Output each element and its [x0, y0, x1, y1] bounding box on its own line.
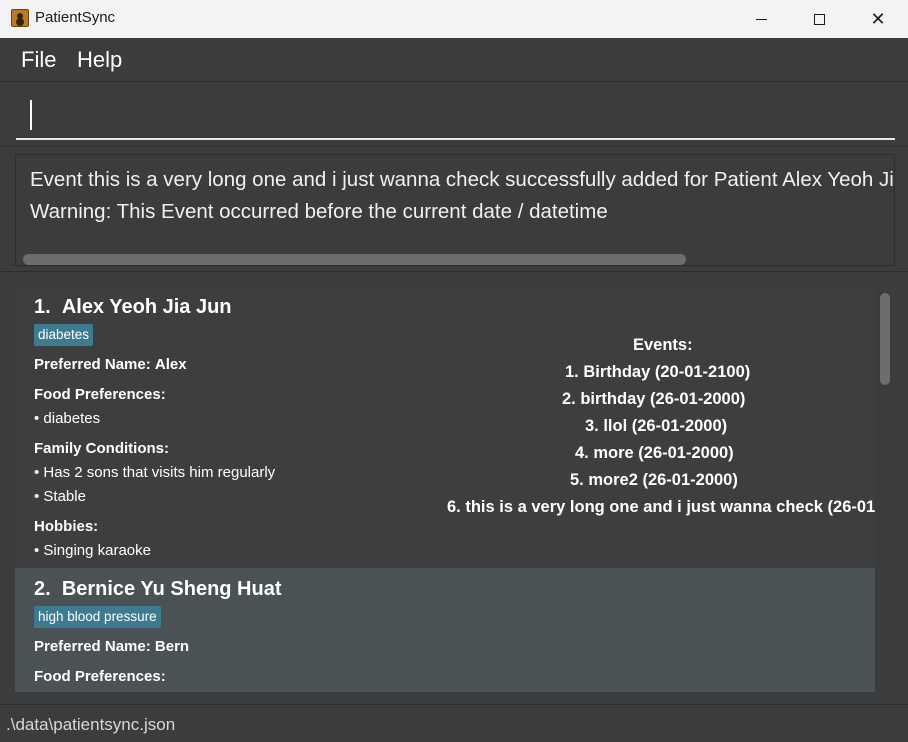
result-display-area: Event this is a very long one and i just… — [0, 148, 908, 272]
preferred-name-value: Alex — [154, 356, 187, 373]
text-caret — [30, 100, 32, 130]
minimize-button[interactable] — [732, 0, 790, 38]
patient-name-text: Alex Yeoh Jia Jun — [61, 296, 232, 318]
close-icon: ✕ — [870, 8, 886, 30]
hobbies-label: Hobbies: — [34, 518, 99, 535]
result-message: Event this is a very long one and i just… — [30, 168, 895, 191]
event-item: 6. this is a very long one and i just wa… — [447, 498, 894, 516]
family-conditions-label: Family Conditions: — [34, 440, 169, 457]
family-condition-item: • Has 2 sons that visits him regularly — [34, 464, 276, 481]
event-item: 5. more2 (26-01-2000) — [570, 471, 738, 489]
patient-name: 1. Alex Yeoh Jia Jun — [34, 296, 232, 319]
food-preferences-label: Food Preferences: — [34, 386, 166, 403]
patient-list[interactable]: 1. Alex Yeoh Jia Jun diabetes Preferred … — [14, 286, 894, 692]
patient-index: 2. — [34, 578, 51, 600]
status-bar: .\data\patientsync.json — [0, 704, 908, 742]
event-item: 2. birthday (26-01-2000) — [562, 390, 746, 408]
event-item: 1. Birthday (20-01-2100) — [565, 363, 751, 381]
maximize-icon — [813, 13, 825, 25]
horizontal-scrollbar[interactable] — [23, 254, 686, 265]
condition-tag: high blood pressure — [34, 606, 161, 628]
maximize-button[interactable] — [790, 0, 848, 38]
food-preference-item: • diabetes — [34, 410, 101, 427]
family-condition-item: • Stable — [34, 488, 86, 505]
result-warning: Warning: This Event occurred before the … — [30, 200, 608, 223]
preferred-name-label: Preferred Name: — [34, 638, 151, 655]
preferred-name: Preferred Name: Alex — [34, 356, 187, 373]
events-label: Events: — [633, 336, 693, 354]
patient-card[interactable]: 1. Alex Yeoh Jia Jun diabetes Preferred … — [15, 286, 894, 568]
preferred-name-value: Bern — [154, 638, 190, 655]
food-preferences-label: Food Preferences: — [34, 668, 166, 685]
command-box-area — [0, 83, 908, 147]
menu-file[interactable]: File — [21, 47, 56, 73]
preferred-name: Preferred Name: Bern — [34, 638, 189, 655]
result-display[interactable]: Event this is a very long one and i just… — [15, 154, 895, 266]
hobby-item: • Singing karaoke — [34, 542, 151, 559]
data-file-path: .\data\patientsync.json — [6, 715, 176, 734]
window-title: PatientSync — [35, 9, 116, 26]
vertical-scrollbar-thumb[interactable] — [880, 293, 890, 385]
patient-index: 1. — [34, 296, 51, 318]
menu-help[interactable]: Help — [77, 47, 122, 73]
close-button[interactable]: ✕ — [849, 0, 907, 38]
command-input[interactable] — [16, 93, 895, 140]
minimize-icon — [755, 18, 767, 20]
condition-tag: diabetes — [34, 324, 94, 346]
title-bar: PatientSync ✕ — [0, 0, 908, 38]
patient-name: 2. Bernice Yu Sheng Huat — [34, 578, 282, 601]
app-contact-icon — [11, 9, 29, 27]
patient-list-panel: 1. Alex Yeoh Jia Jun diabetes Preferred … — [0, 273, 908, 703]
event-item: 3. llol (26-01-2000) — [585, 417, 728, 435]
patient-name-text: Bernice Yu Sheng Huat — [61, 578, 282, 600]
event-item: 4. more (26-01-2000) — [575, 444, 734, 462]
menu-bar: File Help — [0, 38, 908, 82]
patient-card-selected[interactable]: 2. Bernice Yu Sheng Huat high blood pres… — [15, 568, 875, 692]
preferred-name-label: Preferred Name: — [34, 356, 151, 373]
